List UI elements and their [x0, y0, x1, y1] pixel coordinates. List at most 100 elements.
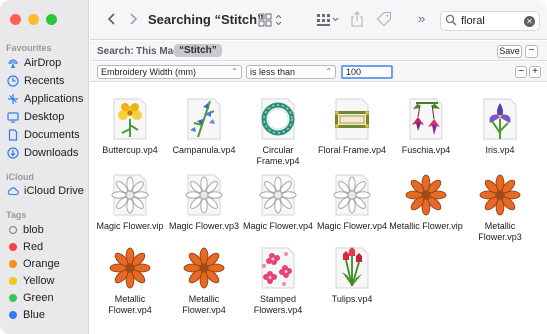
sidebar-item-label: Desktop — [24, 111, 65, 123]
file-item[interactable]: Floral Frame.vp4 — [315, 97, 389, 156]
finder-window: Favourites AirDrop Recents Applications … — [0, 0, 547, 334]
file-item[interactable]: Metallic Flower.vp4 — [167, 246, 241, 316]
tags-heading: Tags — [6, 210, 27, 220]
sidebar-item-tag-blue[interactable]: Blue — [4, 306, 86, 324]
remove-scope-button[interactable]: − — [525, 45, 538, 58]
tag-dot-icon — [9, 243, 17, 251]
criteria-attribute-select[interactable]: Embroidery Width (mm) ⌃ — [97, 65, 242, 79]
criteria-operator-value: is less than — [250, 67, 296, 77]
file-item[interactable]: Campanula.vp4 — [167, 97, 241, 156]
scope-stitch[interactable]: “Stitch” — [174, 44, 222, 57]
file-grid: Buttercup.vp4 Campanula.vp4 Circular Fra… — [90, 83, 547, 334]
file-name: Metallic Flower.vp3 — [478, 221, 522, 242]
sidebar-item-label: AirDrop — [24, 57, 62, 69]
share-icon — [351, 11, 363, 27]
scope-this-mac[interactable]: This Mac — [136, 46, 179, 57]
chevron-right-icon — [130, 13, 138, 25]
file-name: Metallic Flower.vip — [389, 221, 463, 231]
buttercup-icon — [108, 97, 152, 141]
sidebar-item-desktop[interactable]: Desktop — [4, 108, 86, 126]
forward-button[interactable] — [128, 12, 138, 29]
magic-flower-icon — [330, 173, 374, 217]
window-title: Searching “Stitch” — [148, 12, 264, 27]
group-button[interactable] — [316, 13, 340, 30]
sidebar-item-tag-yellow[interactable]: Yellow — [4, 272, 86, 290]
file-name: Stamped Flowers.vp4 — [253, 294, 303, 315]
chevron-left-icon — [107, 13, 115, 25]
share-button[interactable] — [350, 11, 364, 30]
sidebar-item-tag-red[interactable]: Red — [4, 238, 86, 256]
search-field[interactable]: floral ✕ — [440, 11, 540, 31]
sidebar-item-label: Applications — [24, 93, 84, 105]
magic-flower-icon — [108, 173, 152, 217]
magic-flower-icon — [182, 173, 226, 217]
file-item[interactable]: Metallic Flower.vip — [389, 173, 463, 232]
criteria-value-input[interactable]: 100 — [341, 65, 393, 79]
file-name: Circular Frame.vp4 — [256, 145, 300, 166]
cloud-icon — [7, 185, 19, 197]
search-scope-bar: Search: This Mac “Stitch” Save − — [90, 41, 547, 61]
file-item[interactable]: Metallic Flower.vp4 — [93, 246, 167, 316]
view-mode-button[interactable] — [258, 13, 284, 30]
sidebar-item-documents[interactable]: Documents — [4, 126, 86, 144]
file-item[interactable]: Magic Flower.vp3 — [167, 173, 241, 232]
icon-view-icon — [258, 13, 282, 27]
sidebar-item-tag-blob[interactable]: blob — [4, 221, 86, 239]
tag-dot-icon — [9, 277, 17, 285]
criteria-operator-select[interactable]: is less than ⌃ — [246, 65, 336, 79]
fuschia-icon — [404, 97, 448, 141]
metallic-flower-icon — [404, 173, 448, 217]
sidebar-item-tag-green[interactable]: Green — [4, 289, 86, 307]
sidebar-item-downloads[interactable]: Downloads — [4, 144, 86, 162]
documents-icon — [7, 129, 19, 141]
sidebar-item-applications[interactable]: Applications — [4, 90, 86, 108]
sidebar-item-tag-orange[interactable]: Orange — [4, 255, 86, 273]
sidebar-item-label: Yellow — [23, 275, 55, 287]
search-input[interactable]: floral — [461, 15, 485, 27]
file-item[interactable]: Buttercup.vp4 — [93, 97, 167, 156]
tag-button[interactable] — [376, 11, 392, 30]
file-name: Metallic Flower.vp4 — [108, 294, 152, 315]
file-item[interactable]: Fuschia.vp4 — [389, 97, 463, 156]
file-name: Magic Flower.vp3 — [168, 221, 240, 231]
file-item[interactable]: Magic Flower.vp4 — [315, 173, 389, 232]
file-item[interactable]: Magic Flower.vp4 — [241, 173, 315, 232]
file-item[interactable]: Circular Frame.vp4 — [241, 97, 315, 167]
overflow-chevron-icon[interactable]: » — [418, 11, 425, 27]
tag-dot-icon — [9, 260, 17, 268]
sidebar-item-label: Recents — [24, 75, 65, 87]
zoom-window-button[interactable] — [46, 14, 57, 25]
magic-flower-icon — [256, 173, 300, 217]
close-window-button[interactable] — [10, 14, 21, 25]
metallic-flower-icon — [182, 246, 226, 290]
favourites-heading: Favourites — [6, 43, 52, 53]
sidebar-item-airdrop[interactable]: AirDrop — [4, 54, 86, 72]
add-criteria-button[interactable]: + — [529, 66, 541, 78]
file-item[interactable]: Iris.vp4 — [463, 97, 537, 156]
minimize-window-button[interactable] — [28, 14, 39, 25]
iris-icon — [478, 97, 522, 141]
file-name: Fuschia.vp4 — [401, 145, 451, 155]
sidebar: Favourites AirDrop Recents Applications … — [0, 0, 89, 334]
updown-chevron-icon: ⌃ — [231, 67, 238, 76]
file-item[interactable]: Metallic Flower.vp3 — [463, 173, 537, 243]
tag-dot-icon — [9, 311, 17, 319]
metallic-flower-icon — [108, 246, 152, 290]
file-item[interactable]: Tulips.vp4 — [315, 246, 389, 305]
file-name: Iris.vp4 — [485, 145, 515, 155]
file-name: Campanula.vp4 — [172, 145, 236, 155]
save-search-button[interactable]: Save — [497, 45, 522, 58]
sidebar-item-recents[interactable]: Recents — [4, 72, 86, 90]
sidebar-item-label: Downloads — [24, 147, 79, 159]
back-button[interactable] — [107, 12, 117, 29]
file-item[interactable]: Magic Flower.vip — [93, 173, 167, 232]
file-item[interactable]: Stamped Flowers.vp4 — [241, 246, 315, 316]
downloads-icon — [7, 147, 19, 159]
remove-criteria-button[interactable]: − — [515, 66, 527, 78]
file-name: Tulips.vp4 — [331, 294, 373, 304]
tag-icon — [376, 11, 392, 27]
criteria-attribute-value: Embroidery Width (mm) — [101, 67, 197, 77]
clear-search-icon[interactable]: ✕ — [524, 16, 535, 27]
sidebar-item-icloud-drive[interactable]: iCloud Drive — [4, 182, 86, 200]
toolbar: Searching “Stitch” » floral ✕ — [90, 0, 547, 40]
